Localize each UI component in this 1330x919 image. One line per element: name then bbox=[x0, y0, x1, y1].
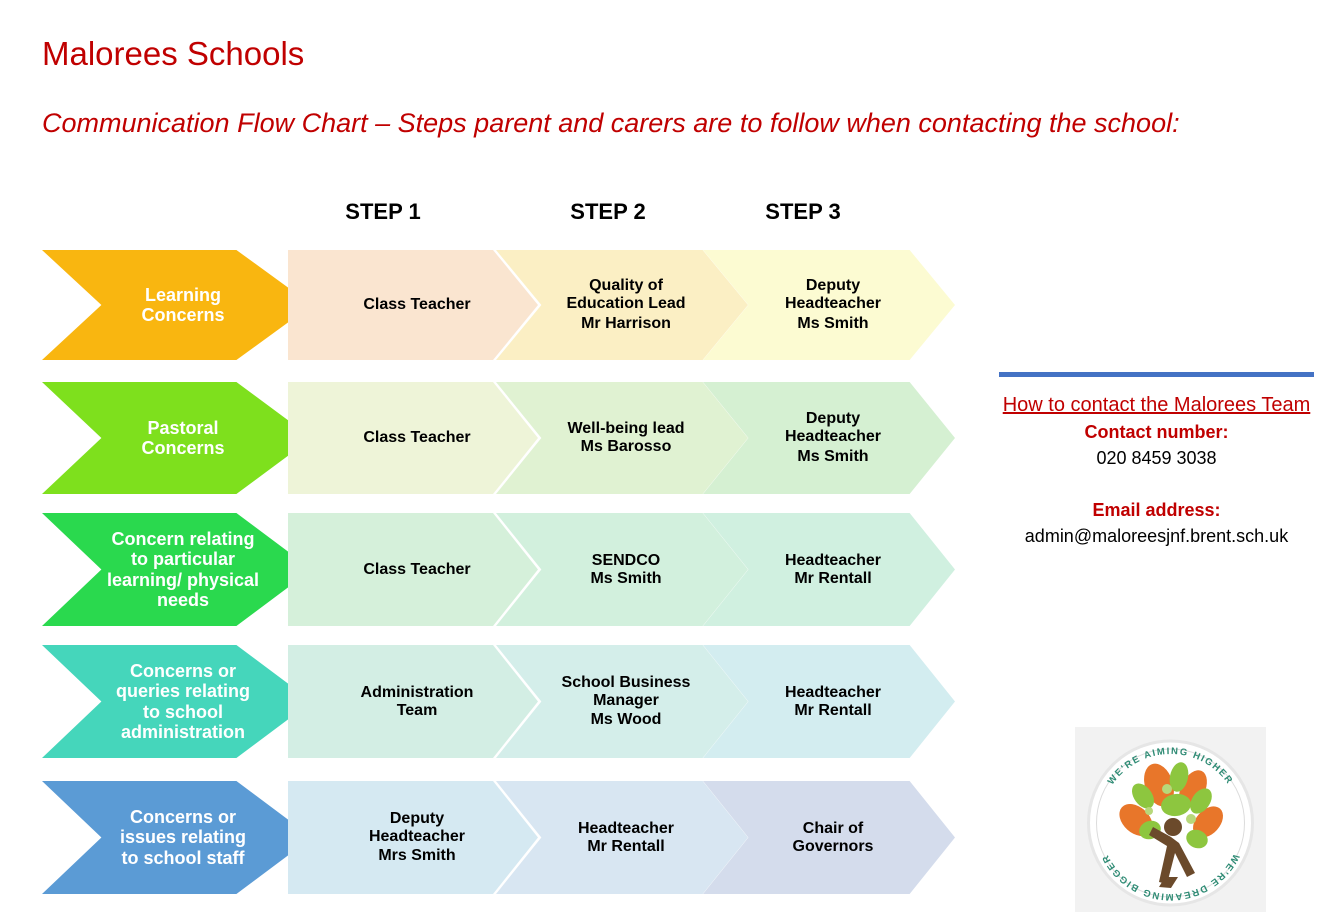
step-label: School Business Manager Ms Wood bbox=[544, 674, 701, 730]
contact-email-label: Email address: bbox=[1092, 500, 1221, 520]
page-subtitle: Communication Flow Chart – Steps parent … bbox=[42, 108, 1180, 138]
step-label-line: Administration bbox=[360, 683, 474, 701]
flow-row: Concerns or queries relating to school admi… bbox=[0, 645, 960, 758]
flow-row: Concern relating to particular learning/ p… bbox=[0, 513, 960, 626]
step-label: Administration Team bbox=[343, 684, 484, 720]
category-chevron[interactable]: Pastoral Concerns bbox=[42, 382, 312, 494]
step-label: Class Teacher bbox=[345, 296, 480, 314]
step-header-1: STEP 1 bbox=[345, 199, 421, 224]
contact-phone-label: Contact number: bbox=[1084, 422, 1229, 442]
category-label-line: queries relating bbox=[115, 681, 251, 702]
step-label-line: Ms Barosso bbox=[580, 438, 672, 455]
category-label-line: to particular bbox=[130, 549, 236, 570]
step-1-chevron[interactable]: Class Teacher bbox=[288, 513, 538, 626]
step-1-chevron[interactable]: Deputy Headteacher Mrs Smith bbox=[288, 781, 538, 894]
step-label: Deputy Headteacher Ms Smith bbox=[767, 277, 891, 333]
step-label-line: Headteacher bbox=[784, 683, 882, 701]
step-label-line: Class Teacher bbox=[363, 296, 471, 314]
step-label-line: Team bbox=[396, 701, 438, 719]
flow-row: Pastoral Concerns Class Teacher Well-being … bbox=[0, 382, 960, 494]
category-chevron[interactable]: Learning Concerns bbox=[42, 250, 312, 360]
category-label-line: to school staff bbox=[121, 847, 245, 868]
step-label: Well-being lead Ms Barosso bbox=[549, 420, 694, 456]
step-label-line: Ms Wood bbox=[590, 711, 662, 729]
step-label: Chair of Governors bbox=[775, 820, 884, 856]
step-label: Headteacher Mr Rentall bbox=[560, 820, 684, 856]
contact-phone-value: 020 8459 3038 bbox=[1096, 448, 1217, 468]
category-label-line: Concerns bbox=[141, 438, 225, 458]
step-label-line: Quality of bbox=[589, 277, 663, 295]
step-label-line: Headteacher bbox=[784, 295, 882, 313]
category-label-line: needs bbox=[156, 589, 210, 610]
category-label: Pastoral Concerns bbox=[115, 418, 238, 458]
contact-heading: How to contact the Malorees Team bbox=[1002, 394, 1311, 416]
step-label-line: Class Teacher bbox=[363, 429, 471, 447]
step-1-chevron[interactable]: Administration Team bbox=[288, 645, 538, 758]
contact-email-value: admin@maloreesjnf.brent.sch.uk bbox=[1024, 526, 1289, 546]
category-label-line: Pastoral bbox=[147, 417, 219, 438]
step-label-line: Deputy bbox=[805, 277, 861, 295]
step-label-line: Ms Smith bbox=[797, 447, 869, 465]
step-label: Deputy Headteacher Ms Smith bbox=[767, 410, 891, 466]
step-label-line: Headteacher bbox=[368, 827, 466, 845]
step-label-line: School Business bbox=[561, 673, 691, 691]
step-label-line: Chair of bbox=[802, 819, 864, 837]
category-chevron[interactable]: Concerns or issues relating to school staf… bbox=[42, 781, 312, 894]
step-label-line: SENDCO bbox=[591, 551, 661, 569]
category-label-line: Concerns or bbox=[129, 807, 237, 828]
step-label-line: Headteacher bbox=[784, 428, 882, 446]
step-1-chevron[interactable]: Class Teacher bbox=[288, 382, 538, 494]
step-label: SENDCO Ms Smith bbox=[572, 552, 671, 588]
category-label: Concern relating to particular learning/ p… bbox=[81, 529, 273, 610]
category-label-line: Concern relating bbox=[111, 529, 255, 550]
category-label-line: Concerns bbox=[141, 305, 225, 325]
step-label-line: Class Teacher bbox=[363, 560, 471, 578]
step-label-line: Ms Smith bbox=[797, 314, 869, 332]
category-label: Concerns or queries relating to school admi… bbox=[90, 661, 264, 742]
step-label-line: Mr Rentall bbox=[794, 701, 872, 719]
step-label: Headteacher Mr Rentall bbox=[767, 552, 891, 588]
step-label-line: Deputy bbox=[389, 809, 445, 827]
step-label-line: Mrs Smith bbox=[378, 847, 456, 865]
category-label: Learning Concerns bbox=[115, 285, 238, 325]
category-chevron[interactable]: Concerns or queries relating to school admi… bbox=[42, 645, 312, 758]
category-chevron[interactable]: Concern relating to particular learning/ p… bbox=[42, 513, 312, 626]
step-header-2: STEP 2 bbox=[570, 199, 646, 224]
step-label: Deputy Headteacher Mrs Smith bbox=[351, 810, 475, 866]
category-label-line: learning/ physical bbox=[106, 569, 260, 590]
school-crest-icon: WE'RE AIMING HIGHER WE'RE DREAMING BIGGE… bbox=[1087, 739, 1254, 907]
step-label-line: Mr Harrison bbox=[581, 314, 671, 332]
step-label: Quality of Education Lead Mr Harrison bbox=[548, 277, 695, 333]
step-label: Class Teacher bbox=[345, 429, 480, 447]
category-label-line: issues relating bbox=[119, 827, 247, 848]
contact-spacer bbox=[999, 471, 1314, 497]
page-title: Malorees Schools bbox=[42, 35, 305, 72]
step-label: Class Teacher bbox=[345, 561, 480, 579]
contact-panel: How to contact the Malorees Team Contact… bbox=[999, 372, 1314, 549]
slide-canvas: Malorees Schools Communication Flow Char… bbox=[0, 0, 1330, 919]
step-label-line: Education Lead bbox=[566, 295, 686, 313]
step-label-line: Mr Rentall bbox=[587, 837, 665, 855]
step-label-line: Mr Rentall bbox=[794, 569, 872, 587]
step-label: Headteacher Mr Rentall bbox=[767, 684, 891, 720]
category-label-line: Learning bbox=[144, 284, 221, 305]
school-logo: WE'RE AIMING HIGHER WE'RE DREAMING BIGGE… bbox=[1075, 727, 1266, 912]
step-label-line: Headteacher bbox=[577, 819, 675, 837]
category-label-line: to school bbox=[142, 701, 223, 722]
step-label-line: Well-being lead bbox=[567, 420, 685, 438]
flow-row: Concerns or issues relating to school staf… bbox=[0, 781, 960, 894]
step-label-line: Governors bbox=[792, 837, 874, 855]
category-label-line: administration bbox=[120, 721, 245, 742]
step-label-line: Manager bbox=[593, 691, 659, 709]
step-label-line: Ms Smith bbox=[590, 569, 662, 587]
contact-accent-bar bbox=[999, 372, 1314, 377]
step-1-chevron[interactable]: Class Teacher bbox=[288, 250, 538, 360]
category-label: Concerns or issues relating to school staf… bbox=[94, 807, 260, 867]
category-label-line: Concerns or bbox=[129, 661, 236, 682]
step-label-line: Deputy bbox=[805, 410, 861, 428]
step-label-line: Headteacher bbox=[784, 551, 882, 569]
flow-row: Learning Concerns Class Teacher Quality of E… bbox=[0, 250, 960, 360]
step-header-3: STEP 3 bbox=[765, 199, 841, 224]
